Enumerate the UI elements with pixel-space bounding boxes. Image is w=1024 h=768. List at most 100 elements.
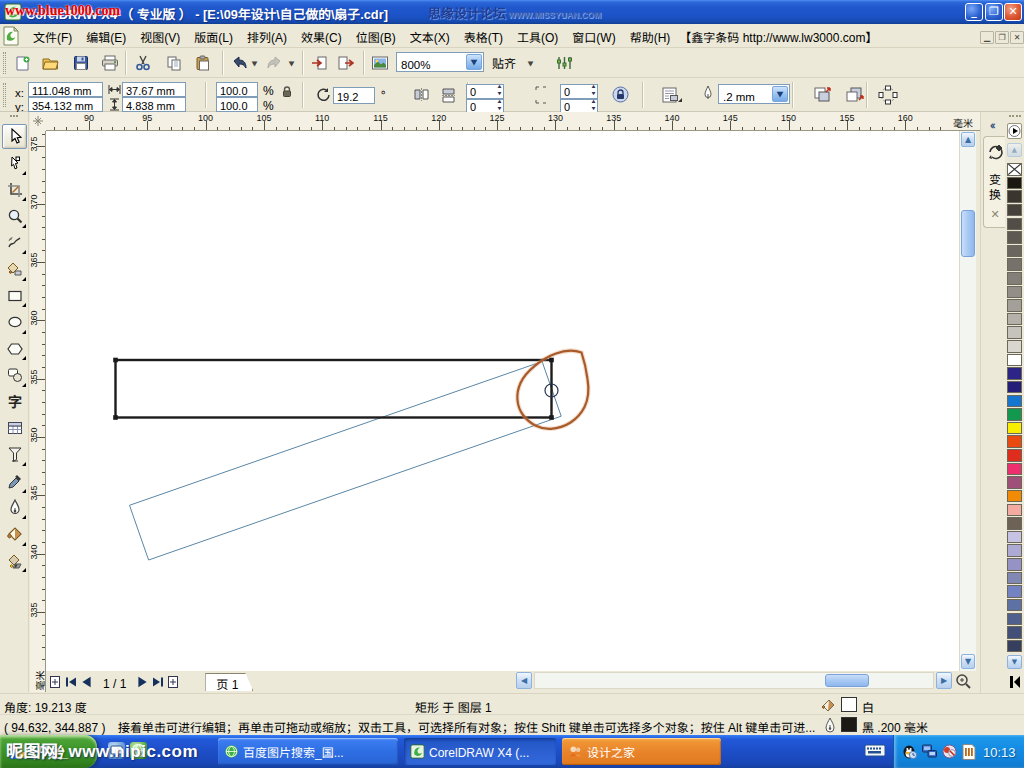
swatch-#ffffff[interactable] — [1007, 354, 1022, 367]
swatch-#9593c5[interactable] — [1007, 558, 1022, 571]
vertical-scrollbar[interactable]: ▲ ▼ — [959, 131, 976, 671]
tool-text[interactable]: 字 — [2, 389, 27, 414]
open-button[interactable] — [40, 52, 62, 74]
menu-edit[interactable]: 编辑(E) — [79, 24, 133, 48]
nonproportional-lock-icon[interactable] — [281, 85, 293, 98]
import-button[interactable] — [308, 52, 330, 74]
export-button[interactable] — [334, 52, 356, 74]
swatch-#c6c2e3[interactable] — [1007, 531, 1022, 544]
tool-interactive-blend[interactable] — [2, 442, 27, 467]
swatch-#e94a0f[interactable] — [1007, 435, 1022, 448]
scroll-up-button[interactable]: ▲ — [961, 132, 975, 147]
object-width-field[interactable] — [122, 82, 186, 97]
swatch-#414f79[interactable] — [1007, 626, 1022, 639]
palette-expand-button[interactable] — [1008, 674, 1022, 690]
taskbar-task-baidu-images[interactable]: 百度图片搜索_国... — [218, 738, 398, 765]
toolbar-grip[interactable] — [3, 52, 6, 74]
swatch-#9f5078[interactable] — [1007, 476, 1022, 489]
menu-tools[interactable]: 工具(O) — [510, 24, 565, 48]
tray-qq-icon[interactable] — [901, 743, 918, 760]
scale-horizontal-field[interactable] — [216, 82, 258, 97]
docker-collapse-button[interactable]: « — [984, 117, 1002, 133]
taskbar-task-coreldraw[interactable]: CorelDRAW X4 (... — [404, 738, 556, 765]
swatch-#524e47[interactable] — [1007, 218, 1022, 231]
swatch-#2d2488[interactable] — [1007, 367, 1022, 380]
menu-bitmaps[interactable]: 位图(B) — [349, 24, 403, 48]
swatch-#de2c1d[interactable] — [1007, 449, 1022, 462]
mdi-restore-button[interactable]: ❐ — [995, 31, 1009, 44]
tray-network-icon[interactable] — [921, 743, 938, 760]
swatch-#c6c3bc[interactable] — [1007, 326, 1022, 339]
paste-button[interactable] — [192, 52, 214, 74]
tool-smart-fill[interactable] — [2, 257, 27, 282]
swatch-#1b1812[interactable] — [1007, 177, 1022, 190]
menu-text[interactable]: 文本(X) — [403, 24, 457, 48]
swatch-#6a665f[interactable] — [1007, 245, 1022, 258]
swatch-none[interactable] — [1007, 163, 1022, 176]
swatch-#8088b3[interactable] — [1007, 572, 1022, 585]
mdi-close-button[interactable]: ✕ — [1010, 31, 1024, 44]
first-page-button[interactable] — [65, 674, 78, 690]
selection-handle[interactable] — [113, 415, 118, 420]
tool-zoom[interactable] — [2, 204, 27, 229]
selected-rectangle[interactable] — [116, 360, 552, 418]
redo-dropdown-arrow[interactable]: ▼ — [287, 53, 296, 73]
scroll-down-button[interactable]: ▼ — [961, 654, 975, 669]
mirror-horizontal-button[interactable] — [413, 87, 430, 102]
object-height-field[interactable] — [122, 97, 186, 112]
palette-grip[interactable] — [1009, 115, 1021, 121]
options-button[interactable] — [553, 52, 575, 74]
tool-eyedropper[interactable] — [2, 469, 27, 494]
print-button[interactable] — [99, 52, 121, 74]
scroll-left-button[interactable]: ◀ — [516, 672, 532, 689]
selection-handle[interactable] — [549, 415, 554, 420]
swatch-#ed2e6f[interactable] — [1007, 463, 1022, 476]
horizontal-scroll-thumb[interactable] — [825, 674, 869, 687]
to-front-button[interactable] — [813, 86, 832, 103]
undo-dropdown-arrow[interactable]: ▼ — [250, 53, 259, 73]
swatch-#241e79[interactable] — [1007, 381, 1022, 394]
mirror-vertical-button[interactable] — [441, 87, 456, 104]
tray-document-icon[interactable] — [961, 743, 977, 760]
add-page-end-button[interactable] — [166, 674, 181, 690]
tool-pick[interactable] — [2, 124, 27, 149]
swatch-#3a362f[interactable] — [1007, 190, 1022, 203]
new-document-button[interactable] — [11, 52, 33, 74]
swatch-#139850[interactable] — [1007, 408, 1022, 421]
horizontal-scrollbar[interactable] — [534, 672, 934, 689]
taskbar-task-design-home[interactable]: 设计之家 — [562, 738, 721, 765]
swatch-#f7ee00[interactable] — [1007, 422, 1022, 435]
outline-width-combo[interactable]: .2 mm▼ — [718, 84, 790, 104]
swatch-#5e71a5[interactable] — [1007, 599, 1022, 612]
tool-fill[interactable] — [2, 522, 27, 547]
tool-crop[interactable] — [2, 177, 27, 202]
swatch-#36405e[interactable] — [1007, 640, 1022, 653]
outline-width-arrow[interactable]: ▼ — [772, 86, 788, 102]
zoom-combo-arrow[interactable]: ▼ — [466, 54, 482, 70]
swatch-#d9d6d0[interactable] — [1007, 340, 1022, 353]
tool-table[interactable] — [2, 416, 27, 441]
tool-rectangle[interactable] — [2, 283, 27, 308]
tool-interactive-fill[interactable] — [2, 548, 27, 573]
swatch-#50608e[interactable] — [1007, 613, 1022, 626]
zoom-page-button[interactable] — [954, 672, 972, 690]
snap-to-dropdown-arrow[interactable]: ▼ — [526, 53, 535, 73]
menu-table[interactable]: 表格(T) — [457, 24, 510, 48]
scroll-right-button[interactable]: ▶ — [936, 672, 952, 689]
swatch-#7282c3[interactable] — [1007, 585, 1022, 598]
swatch-#5e5a53[interactable] — [1007, 231, 1022, 244]
horizontal-ruler[interactable]: 9095100105110115120125130135140145150155… — [30, 112, 980, 131]
zoom-level-combo[interactable]: 800%▼ — [396, 52, 484, 72]
swatch-#76726b[interactable] — [1007, 258, 1022, 271]
snap-to-button[interactable]: 贴齐 — [492, 54, 516, 71]
mdi-minimize-button[interactable]: ▁ — [980, 31, 994, 44]
menu-view[interactable]: 视图(V) — [133, 24, 187, 48]
input-method-keyboard-icon[interactable] — [864, 743, 886, 758]
swatch-#6c6256[interactable] — [1007, 517, 1022, 530]
cut-button[interactable] — [132, 52, 154, 74]
window-close-button[interactable]: ✕ — [1004, 3, 1022, 21]
window-restore-button[interactable]: ❐ — [985, 3, 1003, 21]
tool-polygon[interactable] — [2, 336, 27, 361]
redo-button[interactable] — [264, 52, 286, 74]
add-page-start-button[interactable] — [48, 674, 63, 690]
